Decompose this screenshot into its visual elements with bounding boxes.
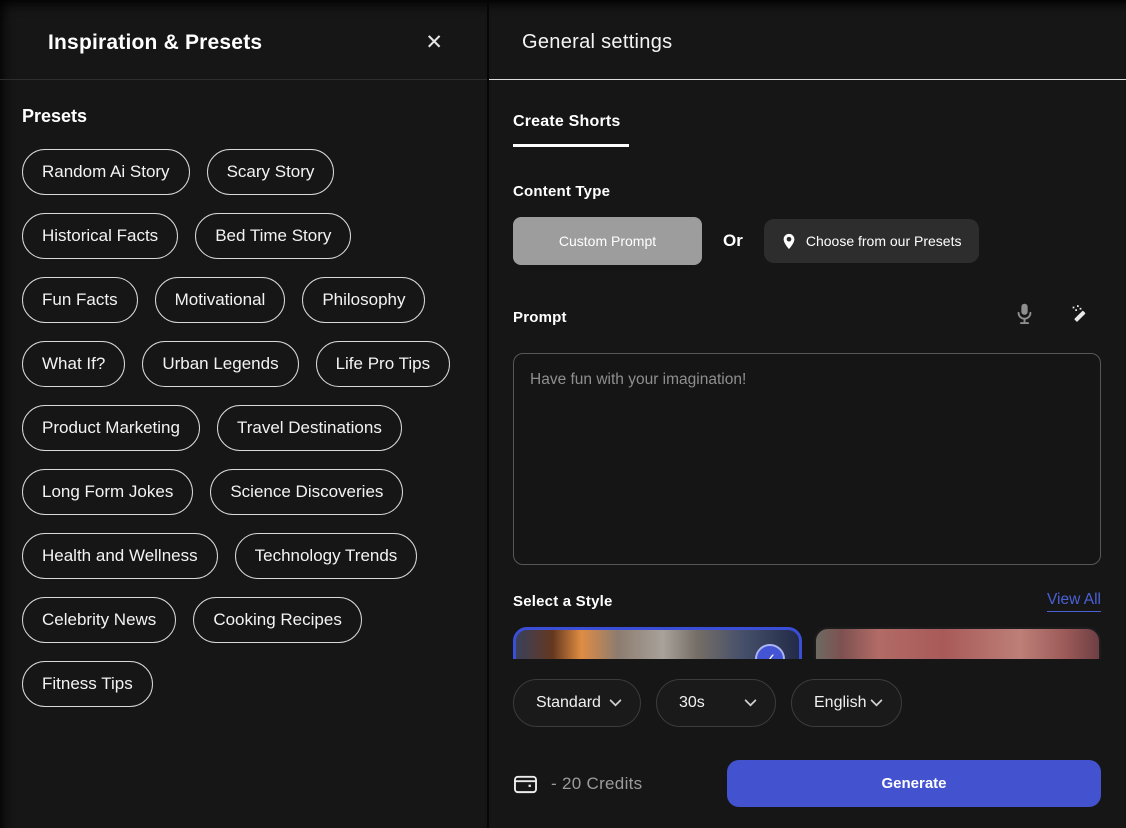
preset-row: Celebrity News Cooking Recipes	[22, 597, 465, 643]
footer-row: - 20 Credits Generate	[513, 760, 1101, 807]
preset-pill-long-form-jokes[interactable]: Long Form Jokes	[22, 469, 193, 515]
preset-pill-cooking-recipes[interactable]: Cooking Recipes	[193, 597, 362, 643]
chevron-down-icon	[870, 694, 883, 712]
preset-pill-bed-time-story[interactable]: Bed Time Story	[195, 213, 351, 259]
page-title: General settings	[522, 31, 672, 54]
preset-pill-life-pro-tips[interactable]: Life Pro Tips	[316, 341, 451, 387]
preset-pill-random-ai-story[interactable]: Random Ai Story	[22, 149, 190, 195]
preset-pill-fitness-tips[interactable]: Fitness Tips	[22, 661, 153, 707]
preset-pill-health-and-wellness[interactable]: Health and Wellness	[22, 533, 218, 579]
options-row: Standard 30s English	[513, 679, 1101, 727]
quality-value: Standard	[536, 694, 601, 712]
preset-pill-product-marketing[interactable]: Product Marketing	[22, 405, 200, 451]
prompt-label: Prompt	[513, 309, 567, 326]
preset-pill-travel-destinations[interactable]: Travel Destinations	[217, 405, 402, 451]
preset-row: Fitness Tips	[22, 661, 465, 707]
preset-row: Historical Facts Bed Time Story	[22, 213, 465, 259]
inspiration-presets-panel: Inspiration & Presets ✕ Presets Random A…	[0, 0, 489, 828]
duration-value: 30s	[679, 694, 705, 712]
panel-title: Inspiration & Presets	[48, 31, 262, 55]
microphone-icon[interactable]	[1015, 302, 1034, 326]
preset-row: Fun Facts Motivational Philosophy	[22, 277, 465, 323]
choose-presets-label: Choose from our Presets	[806, 233, 962, 249]
style-option-1[interactable]: ✓	[513, 627, 802, 659]
quality-dropdown[interactable]: Standard	[513, 679, 641, 727]
chevron-down-icon	[609, 694, 622, 712]
credits-text: - 20 Credits	[551, 774, 642, 794]
select-style-label: Select a Style	[513, 593, 613, 610]
view-all-link[interactable]: View All	[1047, 591, 1101, 612]
custom-prompt-button[interactable]: Custom Prompt	[513, 217, 702, 265]
preset-pill-fun-facts[interactable]: Fun Facts	[22, 277, 138, 323]
general-settings-body: Create Shorts Content Type Custom Prompt…	[489, 80, 1126, 828]
or-label: Or	[723, 231, 743, 251]
presets-heading: Presets	[22, 106, 465, 127]
preset-pill-urban-legends[interactable]: Urban Legends	[142, 341, 298, 387]
general-settings-panel: General settings Create Shorts Content T…	[489, 0, 1126, 828]
preset-pill-celebrity-news[interactable]: Celebrity News	[22, 597, 176, 643]
presets-list: Random Ai Story Scary Story Historical Fac…	[22, 149, 465, 707]
content-type-label: Content Type	[513, 183, 1101, 200]
preset-pill-what-if[interactable]: What If?	[22, 341, 125, 387]
preset-row: Health and Wellness Technology Trends	[22, 533, 465, 579]
general-settings-header: General settings	[489, 0, 1126, 80]
prompt-icons	[1015, 302, 1101, 326]
magic-wand-icon[interactable]	[1070, 304, 1091, 325]
preset-row: Long Form Jokes Science Discoveries	[22, 469, 465, 515]
chevron-down-icon	[744, 694, 757, 712]
preset-pill-scary-story[interactable]: Scary Story	[207, 149, 335, 195]
prompt-row: Prompt	[513, 302, 1101, 326]
prompt-input[interactable]	[513, 353, 1101, 565]
preset-row: What If? Urban Legends Life Pro Tips	[22, 341, 465, 387]
style-thumbnails: ✓	[513, 627, 1101, 659]
generate-button[interactable]: Generate	[727, 760, 1101, 807]
inspiration-presets-header: Inspiration & Presets ✕	[0, 0, 487, 80]
language-dropdown[interactable]: English	[791, 679, 902, 727]
preset-row: Product Marketing Travel Destinations	[22, 405, 465, 451]
close-icon[interactable]: ✕	[421, 28, 447, 57]
select-style-row: Select a Style View All	[513, 591, 1101, 612]
presets-section: Presets Random Ai Story Scary Story Histor…	[0, 80, 487, 725]
preset-pill-technology-trends[interactable]: Technology Trends	[235, 533, 418, 579]
tab-create-shorts[interactable]: Create Shorts	[513, 113, 629, 147]
wallet-icon	[513, 773, 538, 795]
language-value: English	[814, 694, 866, 712]
preset-pill-motivational[interactable]: Motivational	[155, 277, 286, 323]
content-type-row: Custom Prompt Or Choose from our Presets	[513, 217, 1101, 265]
location-pin-icon	[782, 233, 796, 250]
preset-row: Random Ai Story Scary Story	[22, 149, 465, 195]
selected-check-icon: ✓	[755, 644, 785, 659]
app-window: Inspiration & Presets ✕ Presets Random A…	[0, 0, 1126, 828]
preset-pill-philosophy[interactable]: Philosophy	[302, 277, 425, 323]
choose-presets-button[interactable]: Choose from our Presets	[764, 219, 980, 263]
preset-pill-historical-facts[interactable]: Historical Facts	[22, 213, 178, 259]
duration-dropdown[interactable]: 30s	[656, 679, 776, 727]
style-option-2[interactable]	[814, 627, 1101, 659]
preset-pill-science-discoveries[interactable]: Science Discoveries	[210, 469, 403, 515]
